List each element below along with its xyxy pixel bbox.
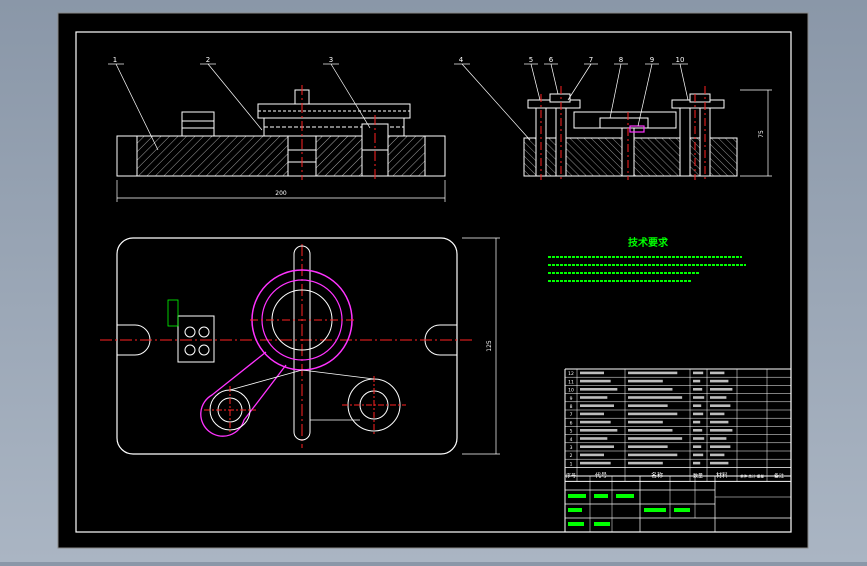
parts-row-cell-mark [628, 420, 663, 424]
cad-viewport: 200 1 2 3 75 4 5 6 7 8 9 10 125 技术要求 12 … [0, 0, 867, 562]
parts-row-cell-mark [710, 437, 727, 440]
parts-row-cell-mark [580, 429, 618, 432]
parts-row-cell-mark [628, 396, 683, 399]
parts-row-cell-mark [693, 404, 702, 407]
parts-row-cell-mark [693, 453, 704, 457]
front-width-dimension: 200 [275, 190, 287, 197]
parts-row-cell-mark [693, 445, 702, 448]
balloon-10: 10 [676, 56, 685, 64]
parts-row-cell-mark [628, 445, 668, 448]
parts-row-cell-mark [710, 371, 725, 375]
parts-row-cell-mark [710, 388, 733, 391]
parts-row-cell-mark [710, 429, 733, 432]
parts-row-index: 4 [570, 437, 573, 443]
bom-header-material: 材料 [716, 471, 728, 479]
tech-req-title: 技术要求 [628, 236, 669, 249]
parts-row-cell-mark [580, 445, 614, 448]
parts-row-cell-mark [710, 396, 727, 399]
parts-row-cell-mark [710, 420, 729, 424]
parts-row-cell-mark [580, 396, 608, 399]
parts-row-cell-mark [693, 379, 701, 383]
parts-row-index: 6 [570, 420, 573, 426]
parts-row-cell-mark [628, 412, 678, 416]
bom-header-code: 代号 [595, 471, 607, 479]
parts-row-index: 2 [570, 453, 573, 459]
parts-row-cell-mark [628, 388, 673, 391]
parts-row-cell-mark [710, 445, 731, 448]
parts-row-cell-mark [580, 388, 618, 391]
parts-row-cell-mark [693, 461, 701, 465]
parts-row-cell-mark [628, 437, 683, 440]
side-height-dimension: 75 [758, 130, 765, 138]
parts-row-index: 11 [568, 379, 574, 385]
balloon-7: 7 [589, 56, 593, 64]
parts-row-cell-mark [580, 420, 611, 424]
parts-row-index: 7 [570, 412, 573, 418]
parts-row-cell-mark [628, 371, 678, 375]
parts-row-cell-mark [580, 453, 604, 457]
parts-row-cell-mark [628, 453, 678, 457]
parts-row-index: 10 [568, 388, 574, 394]
parts-row-cell-mark [580, 404, 614, 407]
balloon-1: 1 [113, 56, 117, 64]
parts-row-index: 1 [570, 461, 573, 467]
parts-row-cell-mark [710, 461, 729, 465]
balloon-9: 9 [650, 56, 654, 64]
parts-row-cell-mark [710, 404, 731, 407]
parts-row-cell-mark [710, 412, 725, 416]
parts-row-cell-mark [628, 429, 673, 432]
parts-row-cell-mark [580, 371, 604, 375]
parts-row-cell-mark [693, 429, 703, 432]
parts-row-cell-mark [693, 437, 705, 440]
balloon-6: 6 [549, 56, 554, 64]
parts-row-cell-mark [580, 461, 611, 465]
balloon-2: 2 [206, 56, 210, 64]
balloon-8: 8 [619, 56, 623, 64]
parts-row-cell-mark [628, 404, 668, 407]
balloon-5: 5 [529, 56, 533, 64]
parts-row-cell-mark [693, 412, 704, 416]
assembly-drawing: 200 1 2 3 75 4 5 6 7 8 9 10 125 技术要求 121… [57, 12, 809, 549]
parts-row-cell-mark [693, 371, 704, 375]
parts-row-cell-mark [710, 453, 725, 457]
balloon-3: 3 [329, 56, 333, 64]
parts-row-index: 12 [568, 371, 574, 377]
parts-row-cell-mark [580, 412, 604, 416]
parts-row-cell-mark [580, 379, 611, 383]
parts-row-index: 5 [570, 429, 573, 435]
bom-header-name: 名称 [651, 471, 663, 479]
parts-row-cell-mark [693, 420, 701, 424]
parts-row-cell-mark [628, 461, 663, 465]
parts-row-index: 9 [570, 396, 573, 402]
parts-row-index: 3 [570, 445, 573, 451]
parts-row-cell-mark [693, 396, 705, 399]
parts-row-cell-mark [693, 388, 703, 391]
balloon-4: 4 [459, 56, 464, 64]
parts-row-cell-mark [628, 379, 663, 383]
parts-row-cell-mark [710, 379, 729, 383]
parts-row-index: 8 [570, 404, 573, 410]
parts-row-cell-mark [580, 437, 608, 440]
plan-height-dimension: 125 [486, 340, 493, 352]
locating-block-front [181, 111, 215, 137]
base-plate-front [116, 135, 446, 177]
